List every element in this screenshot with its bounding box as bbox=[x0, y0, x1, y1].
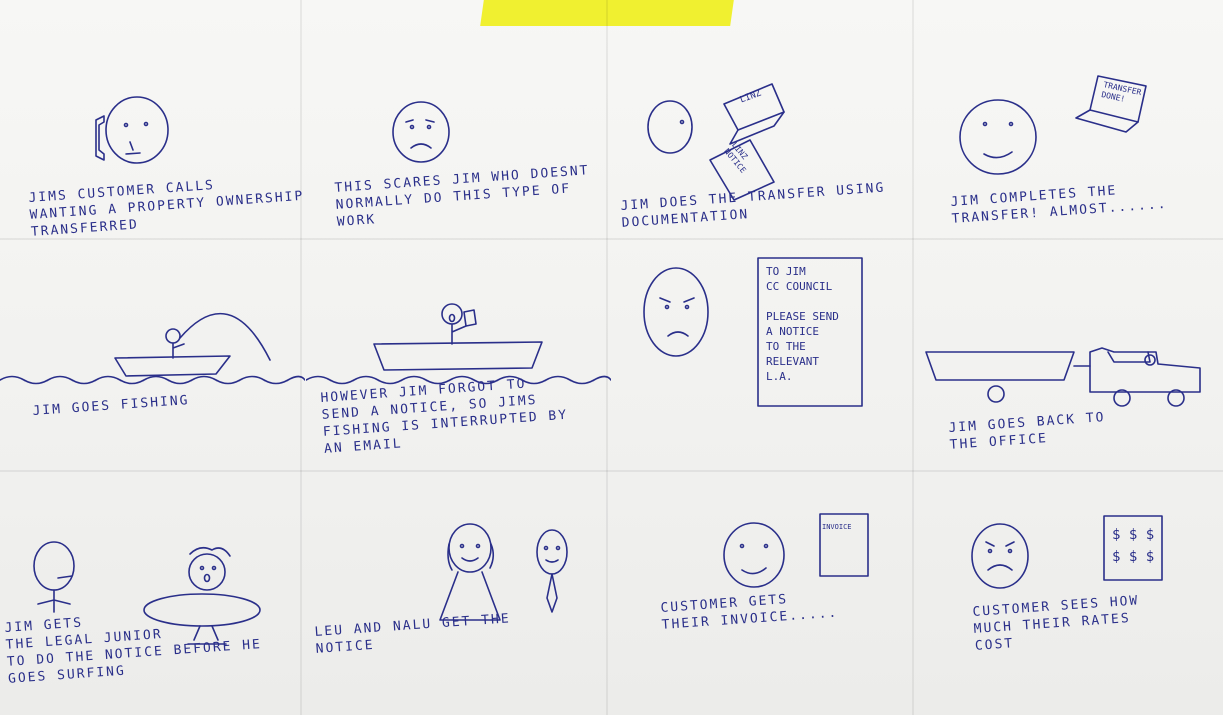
storyboard-panel-5: JIM GOES FISHING bbox=[0, 240, 305, 470]
storyboard-sheet: JIMS CUSTOMER CALLS WANTING A PROPERTY O… bbox=[0, 0, 1223, 715]
bill-amount: $ $ $ $ $ $ bbox=[1112, 527, 1155, 565]
angry-jim-note-drawing bbox=[643, 257, 863, 407]
storyboard-panel-11: INVOICE CUSTOMER GETS THEIR INVOICE..... bbox=[612, 472, 917, 702]
storyboard-panel-2: THIS SCARES JIM WHO DOESNT NORMALLY DO T… bbox=[306, 0, 611, 230]
storyboard-panel-6: HOWEVER JIM FORGOT TO SEND A NOTICE, SO … bbox=[306, 240, 611, 470]
storyboard-panel-10: LEU AND NALU GET THE NOTICE bbox=[306, 472, 611, 702]
storyboard-panel-3: LINZ LINZ NOTICE JIM DOES THE TRANSFER U… bbox=[612, 0, 917, 231]
customer-invoice-drawing bbox=[723, 513, 869, 588]
storyboard-panel-7: TO JIM CC COUNCIL PLEASE SEND A NOTICE T… bbox=[612, 240, 917, 470]
storyboard-panel-8: JIM GOES BACK TO THE OFFICE bbox=[918, 240, 1223, 470]
storyboard-panel-4: TRANSFER DONE! JIM COMPLETES THE TRANSFE… bbox=[918, 0, 1223, 230]
storyboard-panel-1: JIMS CUSTOMER CALLS WANTING A PROPERTY O… bbox=[0, 0, 305, 240]
storyboard-panel-12: $ $ $ $ $ $ CUSTOMER SEES HOW MUCH THEIR… bbox=[918, 472, 1223, 702]
storyboard-panel-9: JIM GETS THE LEGAL JUNIOR TO DO THE NOTI… bbox=[0, 472, 305, 702]
email-note: TO JIM CC COUNCIL PLEASE SEND A NOTICE T… bbox=[766, 265, 839, 383]
leu-and-nalu-drawing bbox=[439, 523, 568, 621]
invoice-label: INVOICE bbox=[822, 523, 852, 531]
fishing-boat-drawing bbox=[0, 312, 305, 385]
rates-bill-drawing bbox=[971, 515, 1163, 589]
